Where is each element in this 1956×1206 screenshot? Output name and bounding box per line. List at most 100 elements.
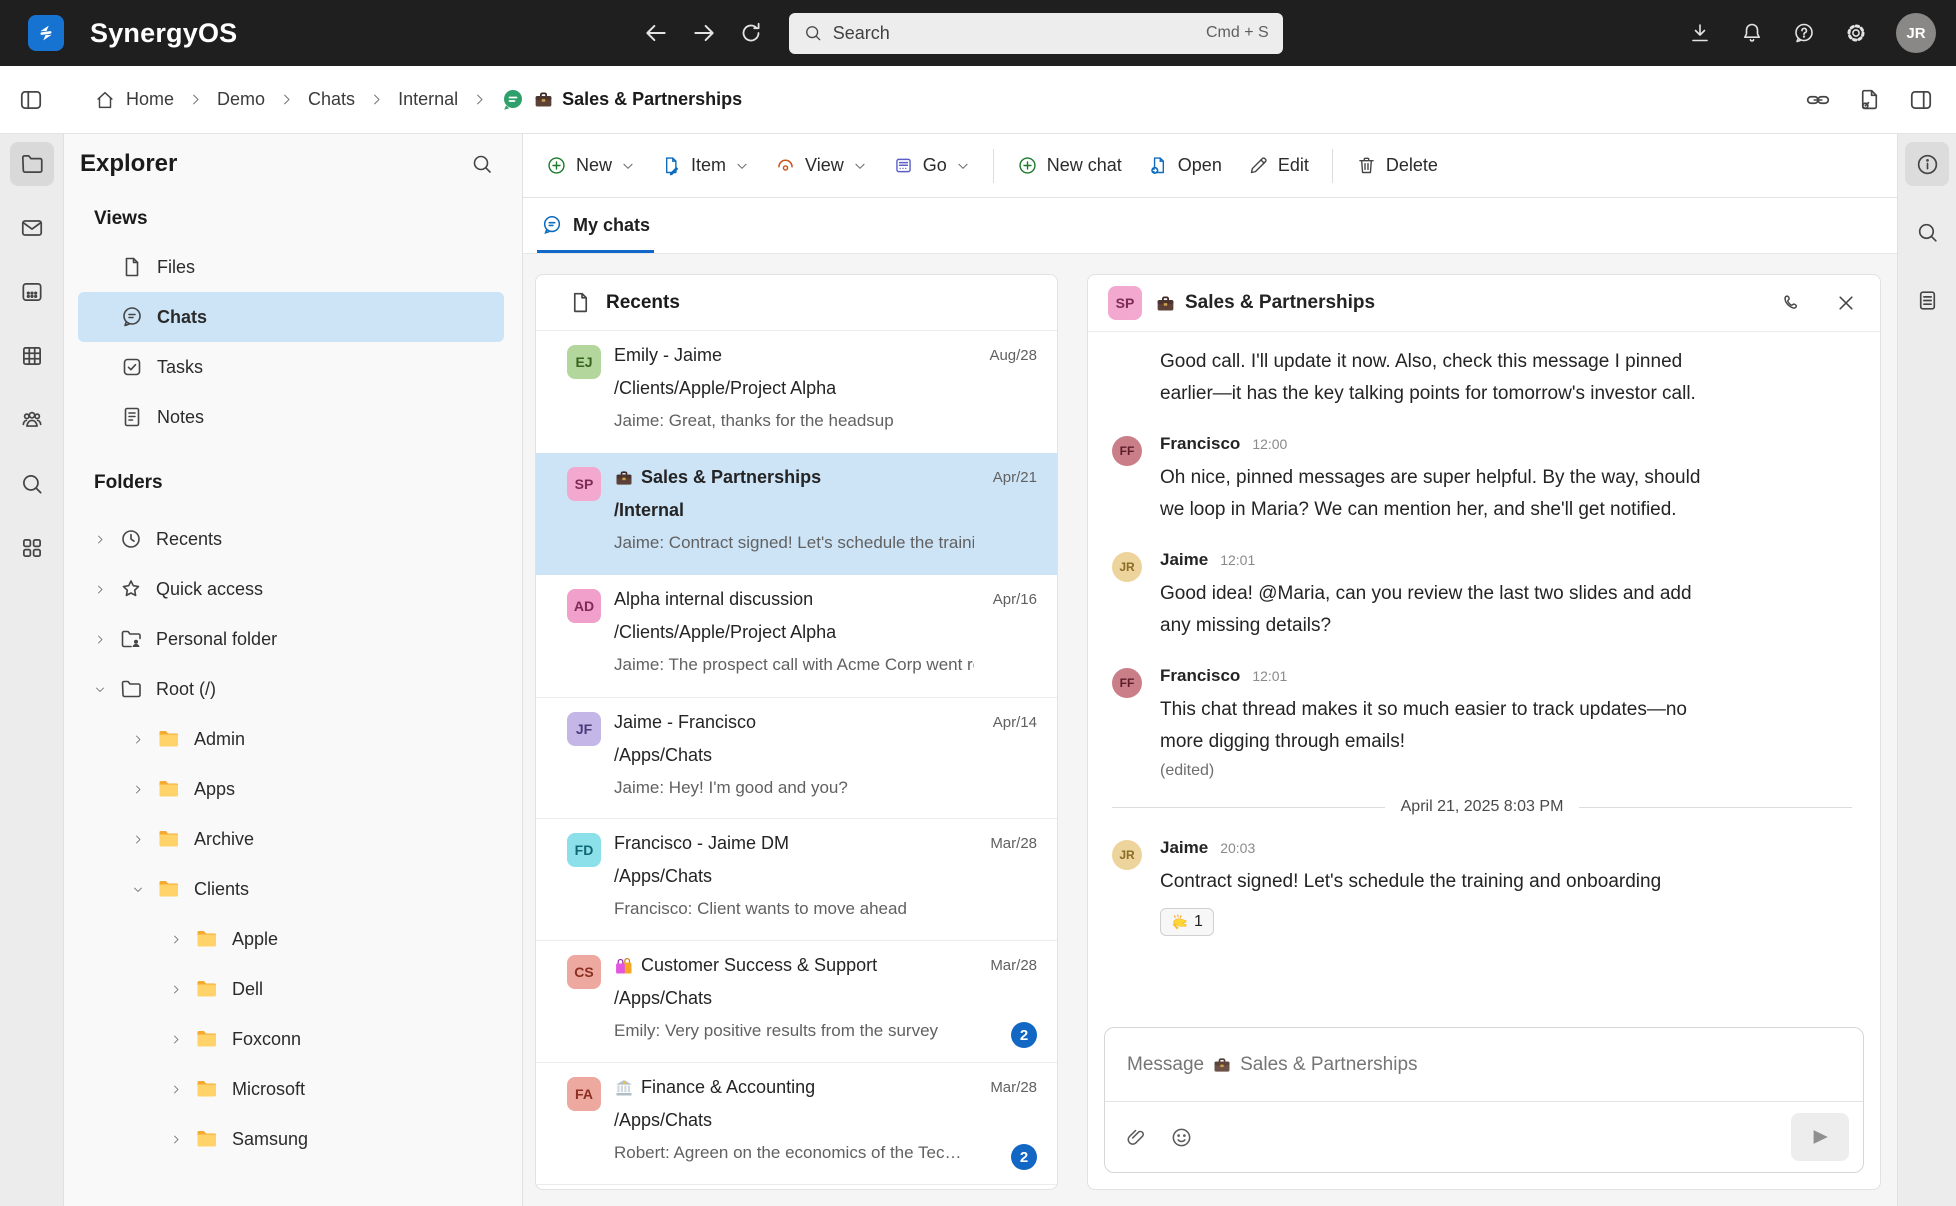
folder-item-clients[interactable]: Clients <box>64 864 522 914</box>
message-input[interactable]: Message Sales & Partnerships <box>1105 1028 1863 1102</box>
new-button[interactable]: New <box>533 145 648 186</box>
rail-mail-icon[interactable] <box>10 206 54 250</box>
avatar: SP <box>567 467 601 501</box>
home-icon <box>94 89 116 111</box>
breadcrumb: Home Demo Chats Internal Sales & Partner… <box>94 88 742 112</box>
breadcrumb-chats[interactable]: Chats <box>308 89 355 110</box>
chevron-down-icon <box>853 159 867 173</box>
rail-apps-icon[interactable] <box>10 526 54 570</box>
breadcrumb-demo[interactable]: Demo <box>217 89 265 110</box>
edit-button[interactable]: Edit <box>1235 145 1322 186</box>
folder-item-archive[interactable]: Archive <box>64 814 522 864</box>
chat-list-item-customer-success[interactable]: CS Customer Success & Support /Apps/Chat… <box>536 941 1057 1063</box>
info-icon[interactable] <box>1905 142 1949 186</box>
attach-paperclip-icon[interactable] <box>1125 1126 1148 1149</box>
close-icon[interactable] <box>1836 293 1856 313</box>
views-heading: Views <box>94 208 522 230</box>
back-button[interactable] <box>643 20 669 46</box>
search-input[interactable] <box>833 23 1196 44</box>
new-chat-button[interactable]: New chat <box>1004 145 1135 186</box>
rail-search-icon[interactable] <box>10 462 54 506</box>
rail-people-icon[interactable] <box>10 398 54 442</box>
sidebar-item-tasks[interactable]: Tasks <box>64 342 522 392</box>
folder-item-apple[interactable]: Apple <box>64 914 522 964</box>
folder-item-admin[interactable]: Admin <box>64 714 522 764</box>
app-logo[interactable] <box>28 15 64 51</box>
breadcrumb-current[interactable]: Sales & Partnerships <box>501 88 742 112</box>
chevron-right-icon <box>132 783 144 796</box>
right-search-icon[interactable] <box>1905 210 1949 254</box>
right-panel-toggle-icon[interactable] <box>1908 87 1934 113</box>
chevron-right-icon <box>472 92 487 107</box>
notifications-icon[interactable] <box>1740 21 1764 45</box>
folder-item-quick-access[interactable]: Quick access <box>64 564 522 614</box>
call-phone-icon[interactable] <box>1780 292 1802 314</box>
breadcrumb-home[interactable]: Home <box>94 89 174 111</box>
breadcrumb-internal[interactable]: Internal <box>398 89 458 110</box>
folder-item-microsoft[interactable]: Microsoft <box>64 1064 522 1114</box>
explorer-search-icon[interactable] <box>470 152 494 176</box>
send-button[interactable] <box>1791 1113 1849 1161</box>
item-button[interactable]: Item <box>648 145 762 186</box>
folder-item-personal-folder[interactable]: Personal folder <box>64 614 522 664</box>
download-icon[interactable] <box>1688 21 1712 45</box>
open-button[interactable]: Open <box>1135 145 1235 186</box>
rail-files-icon[interactable] <box>10 142 54 186</box>
refresh-button[interactable] <box>739 21 763 45</box>
folder-item-root[interactable]: Root (/) <box>64 664 522 714</box>
chat-list-item-francisco-jaime-dm[interactable]: FD Francisco - Jaime DM /Apps/Chats Fran… <box>536 819 1057 941</box>
avatar: FF <box>1112 436 1142 466</box>
emoji-smiley-icon[interactable] <box>1170 1126 1193 1149</box>
right-icon-rail <box>1897 134 1956 1206</box>
folder-item-recents[interactable]: Recents <box>64 514 522 564</box>
chat-list-item-emily-jaime[interactable]: EJ Emily - Jaime /Clients/Apple/Project … <box>536 331 1057 453</box>
global-search[interactable]: Cmd + S <box>789 13 1283 54</box>
sidebar-item-notes[interactable]: Notes <box>64 392 522 442</box>
left-panel-toggle-icon[interactable] <box>18 87 44 113</box>
chevron-right-icon <box>369 92 384 107</box>
chat-date: Apr/21 <box>993 469 1037 486</box>
tab-my-chats[interactable]: My chats <box>537 214 654 253</box>
view-button[interactable]: View <box>762 145 880 186</box>
message-time: 12:01 <box>1252 668 1287 684</box>
document-outline-icon[interactable] <box>1905 278 1949 322</box>
file-icon <box>120 255 144 279</box>
sender-name: Francisco <box>1160 666 1240 686</box>
sidebar-item-chats[interactable]: Chats <box>78 292 504 342</box>
chevron-down-icon <box>956 159 970 173</box>
chat-list-item-finance-accounting[interactable]: FA Finance & Accounting /Apps/Chats Robe… <box>536 1063 1057 1185</box>
avatar: JR <box>1112 840 1142 870</box>
rail-grid-icon[interactable] <box>10 334 54 378</box>
plus-circle-icon <box>546 155 567 176</box>
unread-badge: 2 <box>1011 1144 1037 1170</box>
command-toolbar: New Item View Go <box>523 134 1897 198</box>
avatar: FA <box>567 1077 601 1111</box>
user-avatar[interactable]: JR <box>1896 13 1936 53</box>
chat-bubble-icon <box>120 305 144 329</box>
folder-item-apps[interactable]: Apps <box>64 764 522 814</box>
folder-item-samsung[interactable]: Samsung <box>64 1114 522 1164</box>
page-link-icon[interactable] <box>1857 87 1882 112</box>
settings-gear-icon[interactable] <box>1844 21 1868 45</box>
folder-item-dell[interactable]: Dell <box>64 964 522 1014</box>
forward-button[interactable] <box>691 20 717 46</box>
sender-name: Francisco <box>1160 434 1240 454</box>
rail-calendar-icon[interactable] <box>10 270 54 314</box>
reaction-chip[interactable]: 1 <box>1160 908 1214 936</box>
copy-link-icon[interactable] <box>1805 87 1831 113</box>
chat-list-item-sales-partnerships[interactable]: SP Sales & Partnerships /Internal Jaime:… <box>536 453 1057 575</box>
recents-title: Recents <box>606 292 680 314</box>
chat-list-item-alpha-internal[interactable]: AD Alpha internal discussion /Clients/Ap… <box>536 575 1057 697</box>
help-icon[interactable] <box>1792 21 1816 45</box>
chevron-right-icon <box>132 833 144 846</box>
delete-button[interactable]: Delete <box>1343 145 1451 186</box>
go-button[interactable]: Go <box>880 145 983 186</box>
folder-yellow-icon <box>195 1127 219 1151</box>
sidebar-item-files[interactable]: Files <box>64 242 522 292</box>
folder-yellow-icon <box>195 927 219 951</box>
folder-item-foxconn[interactable]: Foxconn <box>64 1014 522 1064</box>
edited-label: (edited) <box>1160 762 1720 780</box>
chat-list-item-jaime-francisco[interactable]: JF Jaime - Francisco /Apps/Chats Jaime: … <box>536 697 1057 819</box>
plus-circle-icon <box>1017 155 1038 176</box>
folder-yellow-icon <box>157 827 181 851</box>
